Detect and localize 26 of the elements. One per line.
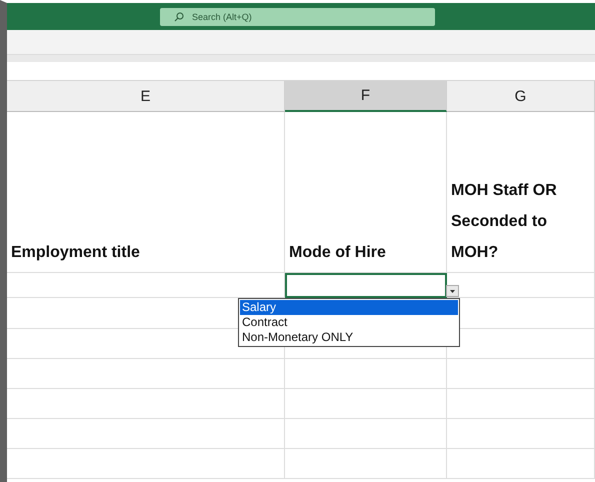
table-cell[interactable] [7,359,285,389]
table-cell[interactable] [447,359,595,389]
table-cell[interactable] [7,389,285,419]
column-header[interactable]: F [285,81,447,112]
dropdown-option[interactable]: Non-Monetary ONLY [240,330,458,345]
dropdown-option[interactable]: Contract [240,315,458,330]
selected-cell[interactable] [285,273,447,298]
table-cell[interactable] [285,419,447,449]
table-cell[interactable] [447,389,595,419]
table-cell[interactable] [285,359,447,389]
table-cell-text: Employment title [11,243,140,263]
table-cell[interactable] [447,419,595,449]
table-cell[interactable] [285,449,447,479]
table-cell[interactable] [7,449,285,479]
caret-icon [450,290,455,292]
column-header[interactable]: E [7,81,285,112]
dropdown-button[interactable] [446,285,459,297]
search-field[interactable]: Search (Alt+Q) [160,8,435,26]
table-cell[interactable] [7,419,285,449]
dropdown-option[interactable]: Salary [240,300,458,315]
table-cell[interactable] [447,449,595,479]
table-cell-text: MOH Staff OR Seconded to MOH? [451,181,558,263]
table-cell-text: Mode of Hire [289,243,386,263]
column-header[interactable]: G [447,81,595,112]
table-cell[interactable] [285,389,447,419]
search-icon [174,12,184,22]
